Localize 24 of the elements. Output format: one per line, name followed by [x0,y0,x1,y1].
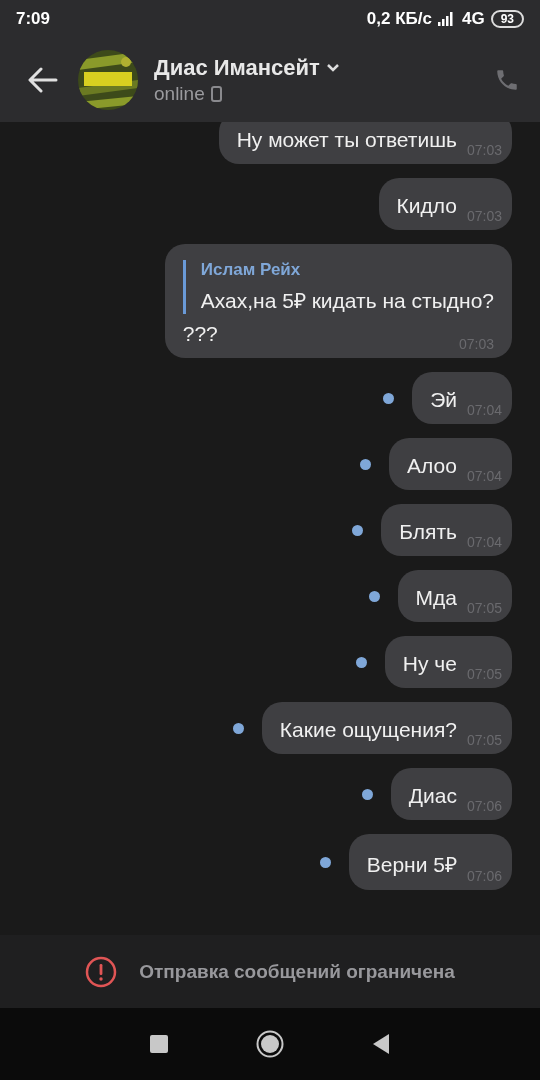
restriction-notice: Отправка сообщений ограничена [139,960,455,983]
message-text: Верни 5₽ [366,852,457,878]
reply-text: Ахах,на 5₽ кидать на стыдно? [200,288,494,314]
message-text: Алоо [407,454,457,478]
contact-name[interactable]: Диас Имансейт [154,54,320,81]
message-text: Блять [399,520,457,544]
chevron-icon[interactable] [325,63,340,72]
reply-author: Ислам Рейх [200,260,302,280]
clock: 7:09 [16,8,51,29]
message-text: Эй [430,388,457,412]
network-type: 4G [461,8,485,29]
message-text: Какие ощущения? [279,718,457,742]
message-text: ??? [182,322,218,346]
phone-device-icon [210,85,222,102]
message-text: Ну может ты ответишь [236,128,457,152]
message-text: Мда [415,586,457,610]
network-speed: 0,2 КБ/с [366,8,432,29]
message-text: Диас [408,784,457,808]
contact-status: online [154,82,205,105]
battery-indicator: 93 [490,9,524,28]
message-text: Кидло [396,194,457,218]
message-text: Ну че [402,652,457,676]
warning-icon [85,955,118,988]
signal-icon [437,11,456,26]
